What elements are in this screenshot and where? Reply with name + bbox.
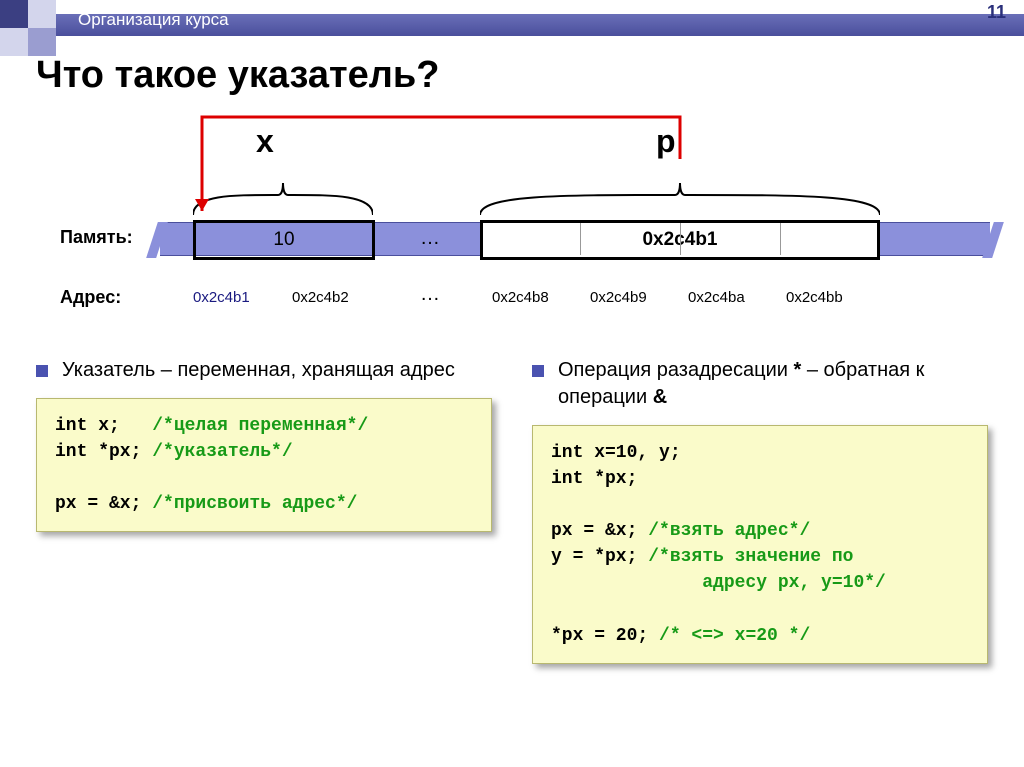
address-row-label: Адрес: [60,287,121,308]
code-comment: /*целая переменная*/ [152,416,368,436]
address-ellipsis: … [420,283,440,306]
code-text: int x=10, y; [551,443,681,463]
code-text: int *px; [55,442,152,462]
brace-x-icon [193,163,373,215]
bullet-amp: & [653,386,667,408]
memory-diagram: x p Память: Адрес: 10 … 0x2c4b1 0x2c4b1 … [60,127,1024,327]
memory-ellipsis: … [420,227,440,250]
address-value: 0x2c4bb [786,289,843,306]
x-cell-group: 10 [193,220,375,260]
code-comment: адресу px, y=10*/ [551,573,886,593]
bullet-item: Операция разадресации * – обратная к опе… [532,357,988,411]
address-value: 0x2c4b9 [590,289,647,306]
code-comment: /* <=> x=20 */ [659,626,810,646]
address-value: 0x2c4b8 [492,289,549,306]
x-cell-value: 10 [273,229,294,251]
top-bar: Организация курса 11 [0,0,1024,36]
var-x-label: x [256,123,274,160]
code-text: px = &x; [551,521,648,541]
address-value: 0x2c4b2 [292,289,349,306]
code-text: int x; [55,416,152,436]
p-cell-divider [680,223,681,255]
code-text: px = &x; [55,494,152,514]
bullet-text: Операция разадресации * – обратная к опе… [558,357,988,411]
bullet-square-icon [532,365,544,377]
logo-squares [0,0,64,36]
code-text: int *px; [551,469,637,489]
bullet-text: Указатель – переменная, хранящая адрес [62,357,455,384]
code-comment: /*взять значение по [648,547,853,567]
address-value: 0x2c4b1 [193,289,250,306]
bullet-text-part: Операция разадресации [558,359,793,381]
p-cell-divider [780,223,781,255]
code-text: y = *px; [551,547,648,567]
code-comment: /*присвоить адрес*/ [152,494,357,514]
left-column: Указатель – переменная, хранящая адрес i… [36,357,492,664]
bullet-square-icon [36,365,48,377]
p-cell-divider [580,223,581,255]
code-comment: /*взять адрес*/ [648,521,810,541]
memory-strip: 10 … 0x2c4b1 [160,222,990,256]
memory-row-label: Память: [60,227,133,248]
address-value: 0x2c4ba [688,289,745,306]
page-title: Что такое указатель? [36,54,1024,97]
code-block-left: int x; /*целая переменная*/ int *px; /*у… [36,398,492,532]
brace-p-icon [480,163,880,215]
bullet-item: Указатель – переменная, хранящая адрес [36,357,492,384]
page-number: 11 [987,2,1006,23]
var-p-label: p [656,123,676,160]
right-column: Операция разадресации * – обратная к опе… [532,357,988,664]
content-columns: Указатель – переменная, хранящая адрес i… [36,357,988,664]
breadcrumb: Организация курса [78,10,229,30]
code-text: *px = 20; [551,626,659,646]
code-block-right: int x=10, y; int *px; px = &x; /*взять а… [532,425,988,664]
code-comment: /*указатель*/ [152,442,292,462]
